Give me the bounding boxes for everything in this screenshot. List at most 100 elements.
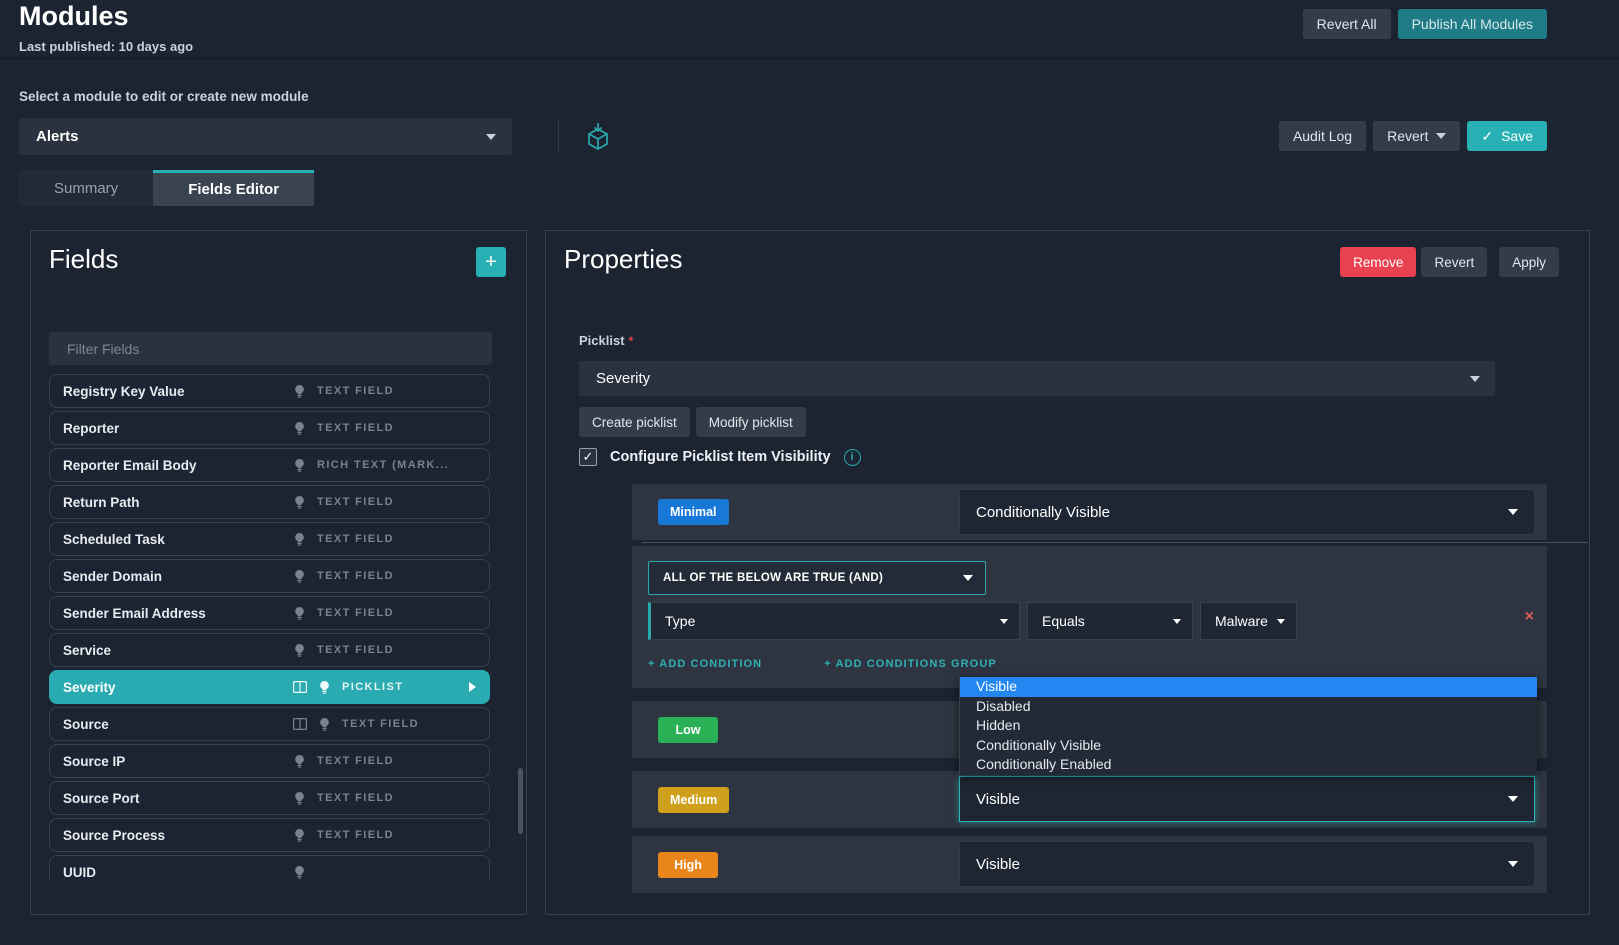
- field-type: RICH TEXT (MARK...: [317, 459, 449, 471]
- bulb-icon: [293, 458, 306, 473]
- tab-fields-editor[interactable]: Fields Editor: [153, 170, 314, 206]
- field-type: TEXT FIELD: [317, 755, 394, 767]
- add-condition-link[interactable]: + ADD CONDITION: [648, 658, 762, 670]
- field-item-uuid[interactable]: UUID: [49, 855, 490, 881]
- field-item-reporter-email-body[interactable]: Reporter Email Body RICH TEXT (MARK...: [49, 448, 490, 482]
- field-item-source-process[interactable]: Source Process TEXT FIELD: [49, 818, 490, 852]
- chevron-down-icon: [1508, 509, 1518, 515]
- field-item-source-port[interactable]: Source Port TEXT FIELD: [49, 781, 490, 815]
- visibility-select-medium[interactable]: Visible: [959, 776, 1535, 822]
- dropdown-option-disabled[interactable]: Disabled: [960, 697, 1537, 717]
- tab-summary[interactable]: Summary: [19, 170, 153, 206]
- field-item-scheduled-task[interactable]: Scheduled Task TEXT FIELD: [49, 522, 490, 556]
- bulb-icon: [293, 532, 306, 547]
- visibility-select-high[interactable]: Visible: [959, 841, 1535, 887]
- condition-field-value: Type: [665, 613, 695, 629]
- chevron-down-icon: [1173, 619, 1181, 624]
- field-name: Scheduled Task: [63, 532, 293, 547]
- apply-button[interactable]: Apply: [1499, 247, 1559, 277]
- conditions-group: ALL OF THE BELOW ARE TRUE (AND) Type Equ…: [632, 546, 1547, 688]
- picklist-label-text: Picklist: [579, 333, 625, 348]
- picklist-item-row-minimal: Minimal Conditionally Visible: [632, 484, 1547, 540]
- remove-button[interactable]: Remove: [1340, 247, 1416, 277]
- bulb-icon: [293, 754, 306, 769]
- condition-comparison-value: Equals: [1042, 613, 1085, 629]
- dropdown-option-visible[interactable]: Visible: [960, 677, 1537, 697]
- revert-all-button[interactable]: Revert All: [1303, 9, 1391, 39]
- bulb-icon: [293, 828, 306, 843]
- picklist-select-value: Severity: [596, 370, 650, 387]
- chevron-down-icon: [1470, 376, 1480, 382]
- chevron-down-icon: [1508, 861, 1518, 867]
- bulb-icon: [293, 495, 306, 510]
- remove-condition-icon[interactable]: ×: [1525, 609, 1534, 625]
- picklist-visibility-config: Minimal Conditionally Visible ALL OF THE…: [632, 481, 1547, 896]
- publish-all-modules-button[interactable]: Publish All Modules: [1398, 9, 1547, 39]
- divider: [642, 542, 1588, 543]
- dropdown-option-conditionally-visible[interactable]: Conditionally Visible: [960, 736, 1537, 756]
- revert-field-button[interactable]: Revert: [1421, 247, 1487, 277]
- bulb-icon: [318, 680, 331, 695]
- field-type: TEXT FIELD: [317, 422, 394, 434]
- condition-links: + ADD CONDITION + ADD CONDITIONS GROUP: [648, 658, 1547, 670]
- add-conditions-group-link[interactable]: + ADD CONDITIONS GROUP: [824, 658, 997, 670]
- module-select-value: Alerts: [36, 128, 79, 145]
- properties-panel-title: Properties: [564, 244, 683, 275]
- field-item-severity[interactable]: Severity PICKLIST: [49, 670, 490, 704]
- visibility-options-dropdown: Visible Disabled Hidden Conditionally Vi…: [959, 677, 1537, 775]
- field-name: Source IP: [63, 754, 293, 769]
- condition-value-select[interactable]: Malware: [1200, 602, 1297, 640]
- bulb-icon: [293, 569, 306, 584]
- bulb-icon: [318, 717, 331, 732]
- picklist-select[interactable]: Severity: [579, 361, 1495, 396]
- modify-picklist-button[interactable]: Modify picklist: [696, 407, 806, 437]
- field-item-return-path[interactable]: Return Path TEXT FIELD: [49, 485, 490, 519]
- picklist-item-badge-high: High: [658, 852, 718, 878]
- picklist-item-badge-low: Low: [658, 717, 718, 743]
- filter-fields-input[interactable]: [49, 332, 492, 365]
- field-item-source[interactable]: Source TEXT FIELD: [49, 707, 490, 741]
- save-button[interactable]: ✓ Save: [1467, 121, 1547, 151]
- properties-panel: Properties Remove Revert Apply Picklist*…: [545, 230, 1590, 915]
- configure-visibility-checkbox[interactable]: ✓: [579, 448, 597, 466]
- field-item-service[interactable]: Service TEXT FIELD: [49, 633, 490, 667]
- field-name: Source Process: [63, 828, 293, 843]
- conditions-operator-select[interactable]: ALL OF THE BELOW ARE TRUE (AND): [648, 561, 986, 595]
- field-item-registry-key-value[interactable]: Registry Key Value TEXT FIELD: [49, 374, 490, 408]
- field-name: Reporter: [63, 421, 293, 436]
- export-module-icon[interactable]: [583, 121, 613, 153]
- bulb-icon: [293, 643, 306, 658]
- dropdown-option-conditionally-enabled[interactable]: Conditionally Enabled: [960, 755, 1537, 775]
- fields-scrollbar[interactable]: [518, 768, 523, 834]
- module-select[interactable]: Alerts: [19, 118, 512, 155]
- module-tabs: Summary Fields Editor: [19, 170, 314, 206]
- fields-panel: Fields + Registry Key Value TEXT FIELD R…: [30, 230, 527, 915]
- field-type: TEXT FIELD: [342, 718, 419, 730]
- visibility-select-minimal[interactable]: Conditionally Visible: [959, 489, 1535, 535]
- revert-button[interactable]: Revert: [1373, 121, 1460, 151]
- module-actions: Audit Log Revert ✓ Save: [1279, 121, 1547, 151]
- audit-log-button[interactable]: Audit Log: [1279, 121, 1366, 151]
- field-item-sender-domain[interactable]: Sender Domain TEXT FIELD: [49, 559, 490, 593]
- field-name: Severity: [63, 680, 293, 695]
- top-header: Modules Last published: 10 days ago Reve…: [0, 0, 1619, 59]
- add-field-button[interactable]: +: [476, 247, 506, 277]
- visibility-select-minimal-value: Conditionally Visible: [976, 504, 1110, 521]
- info-icon[interactable]: i: [844, 449, 861, 466]
- condition-comparison-select[interactable]: Equals: [1027, 602, 1193, 640]
- field-type: TEXT FIELD: [317, 496, 394, 508]
- field-item-source-ip[interactable]: Source IP TEXT FIELD: [49, 744, 490, 778]
- create-picklist-button[interactable]: Create picklist: [579, 407, 690, 437]
- field-name: Sender Domain: [63, 569, 293, 584]
- field-type: TEXT FIELD: [317, 385, 394, 397]
- chevron-down-icon: [1436, 133, 1446, 139]
- bulb-icon: [293, 421, 306, 436]
- field-item-reporter[interactable]: Reporter TEXT FIELD: [49, 411, 490, 445]
- field-type: PICKLIST: [342, 681, 403, 693]
- field-name: Registry Key Value: [63, 384, 293, 399]
- chevron-down-icon: [486, 134, 496, 140]
- dropdown-option-hidden[interactable]: Hidden: [960, 716, 1537, 736]
- condition-field-select[interactable]: Type: [648, 602, 1020, 640]
- page-title: Modules: [19, 1, 129, 32]
- field-item-sender-email-address[interactable]: Sender Email Address TEXT FIELD: [49, 596, 490, 630]
